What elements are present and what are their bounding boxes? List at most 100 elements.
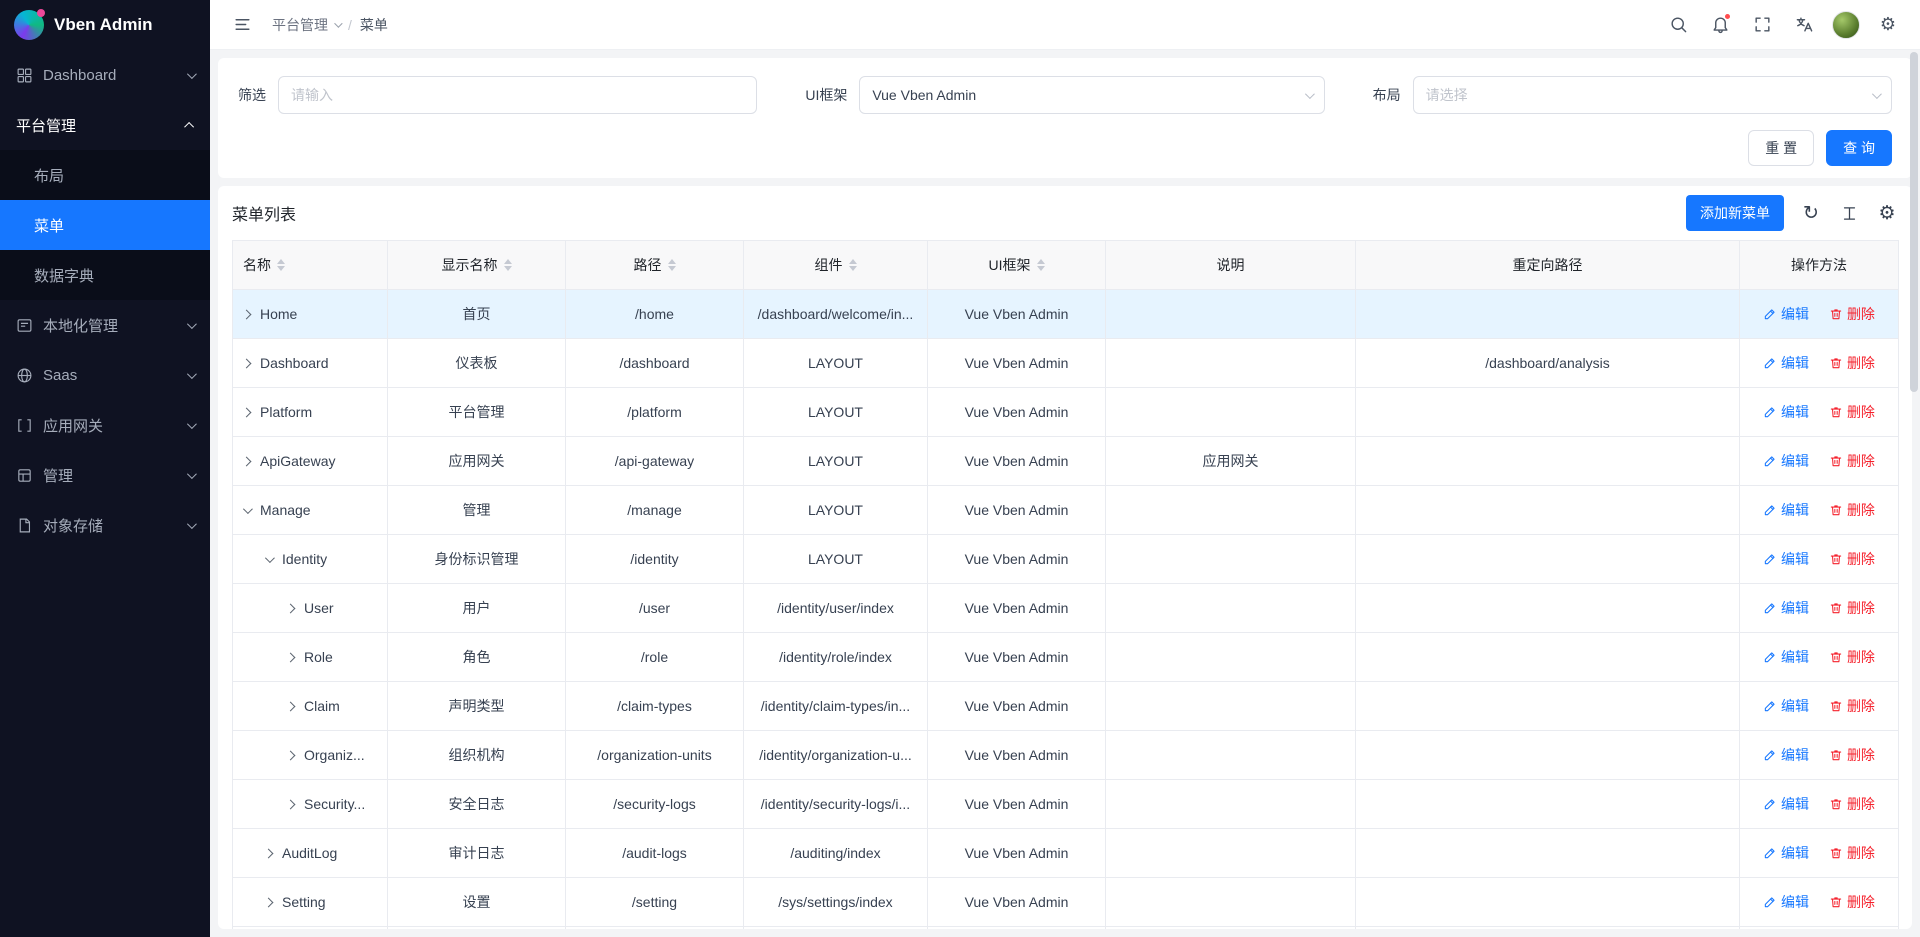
edit-button[interactable]: 编辑	[1763, 500, 1809, 520]
search-button[interactable]: 查 询	[1826, 130, 1892, 166]
sidebar-item-dashboard[interactable]: Dashboard	[0, 50, 210, 100]
table-settings-gear-icon[interactable]: ⚙	[1876, 202, 1898, 224]
delete-button[interactable]: 删除	[1829, 696, 1875, 716]
sidebar-item-saas[interactable]: Saas	[0, 350, 210, 400]
edit-button[interactable]: 编辑	[1763, 745, 1809, 765]
expand-chevron-icon[interactable]	[242, 358, 252, 368]
delete-button[interactable]: 删除	[1829, 843, 1875, 863]
table-row[interactable]: Identity 身份标识管理 /identity LAYOUT Vue Vbe…	[233, 535, 1899, 584]
description-cell	[1106, 339, 1356, 388]
table-row[interactable]: Manage 管理 /manage LAYOUT Vue Vben Admin …	[233, 486, 1899, 535]
breadcrumb-parent[interactable]: 平台管理	[272, 15, 340, 35]
expand-chevron-icon[interactable]	[286, 799, 296, 809]
delete-button[interactable]: 删除	[1829, 598, 1875, 618]
expand-chevron-icon[interactable]	[286, 652, 296, 662]
sidebar-item-data-dictionary[interactable]: 数据字典	[0, 250, 210, 300]
sort-icon[interactable]	[504, 259, 512, 271]
display-name-cell: 应用网关	[388, 437, 566, 486]
delete-button[interactable]: 删除	[1829, 500, 1875, 520]
description-cell	[1106, 731, 1356, 780]
column-header-framework[interactable]: UI框架	[928, 241, 1106, 290]
sort-icon[interactable]	[1037, 259, 1045, 271]
filter-input[interactable]	[278, 76, 757, 114]
notification-bell-icon[interactable]	[1706, 11, 1734, 39]
sidebar-item-platform[interactable]: 平台管理	[0, 100, 210, 150]
sidebar-item-menu[interactable]: 菜单	[0, 200, 210, 250]
scrollbar-thumb[interactable]	[1910, 52, 1918, 392]
expand-chevron-icon[interactable]	[286, 701, 296, 711]
table-row[interactable]: Platform 平台管理 /platform LAYOUT Vue Vben …	[233, 388, 1899, 437]
table-row[interactable]	[233, 927, 1899, 930]
delete-button[interactable]: 删除	[1829, 647, 1875, 667]
sidebar-item-localization[interactable]: 本地化管理	[0, 300, 210, 350]
row-height-icon[interactable]	[1838, 202, 1860, 224]
edit-button[interactable]: 编辑	[1763, 451, 1809, 471]
app-title: Vben Admin	[54, 15, 153, 35]
edit-button[interactable]: 编辑	[1763, 353, 1809, 373]
column-header-display-name[interactable]: 显示名称	[388, 241, 566, 290]
menu-name: Claim	[304, 698, 340, 714]
expand-chevron-icon[interactable]	[286, 603, 296, 613]
table-row[interactable]: Role 角色 /role /identity/role/index Vue V…	[233, 633, 1899, 682]
layout-select[interactable]: 请选择	[1413, 76, 1892, 114]
edit-button[interactable]: 编辑	[1763, 549, 1809, 569]
edit-button[interactable]: 编辑	[1763, 402, 1809, 422]
edit-button[interactable]: 编辑	[1763, 794, 1809, 814]
column-header-path[interactable]: 路径	[566, 241, 744, 290]
edit-button[interactable]: 编辑	[1763, 647, 1809, 667]
table-row[interactable]: AuditLog 审计日志 /audit-logs /auditing/inde…	[233, 829, 1899, 878]
delete-button[interactable]: 删除	[1829, 353, 1875, 373]
sidebar-toggle-icon[interactable]	[228, 11, 256, 39]
delete-button[interactable]: 删除	[1829, 549, 1875, 569]
delete-button[interactable]: 删除	[1829, 402, 1875, 422]
table-row[interactable]: User 用户 /user /identity/user/index Vue V…	[233, 584, 1899, 633]
settings-gear-icon[interactable]: ⚙	[1874, 11, 1902, 39]
sidebar-item-app-gateway[interactable]: 应用网关	[0, 400, 210, 450]
framework-select[interactable]: Vue Vben Admin	[859, 76, 1324, 114]
column-header-name[interactable]: 名称	[233, 241, 388, 290]
delete-button[interactable]: 删除	[1829, 892, 1875, 912]
refresh-icon[interactable]: ↻	[1800, 202, 1822, 224]
sort-icon[interactable]	[849, 259, 857, 271]
sidebar-item-layout[interactable]: 布局	[0, 150, 210, 200]
delete-button[interactable]: 删除	[1829, 304, 1875, 324]
app-logo[interactable]: Vben Admin	[0, 0, 210, 50]
table-row[interactable]: Setting 设置 /setting /sys/settings/index …	[233, 878, 1899, 927]
add-menu-button[interactable]: 添加新菜单	[1686, 195, 1784, 231]
expand-chevron-icon[interactable]	[265, 553, 275, 563]
expand-chevron-icon[interactable]	[264, 897, 274, 907]
expand-chevron-icon[interactable]	[242, 407, 252, 417]
page-scrollbar[interactable]	[1910, 52, 1918, 932]
expand-chevron-icon[interactable]	[242, 456, 252, 466]
table-row[interactable]: Home 首页 /home /dashboard/welcome/in... V…	[233, 290, 1899, 339]
delete-button[interactable]: 删除	[1829, 451, 1875, 471]
framework-cell: Vue Vben Admin	[928, 878, 1106, 927]
table-row[interactable]: Dashboard 仪表板 /dashboard LAYOUT Vue Vben…	[233, 339, 1899, 388]
delete-button[interactable]: 删除	[1829, 794, 1875, 814]
table-row[interactable]: Claim 声明类型 /claim-types /identity/claim-…	[233, 682, 1899, 731]
column-header-component[interactable]: 组件	[744, 241, 928, 290]
sidebar-item-manage[interactable]: 管理	[0, 450, 210, 500]
filter-field-name: 筛选	[238, 76, 757, 114]
edit-button[interactable]: 编辑	[1763, 304, 1809, 324]
table-row[interactable]: Security... 安全日志 /security-logs /identit…	[233, 780, 1899, 829]
delete-button[interactable]: 删除	[1829, 745, 1875, 765]
edit-button[interactable]: 编辑	[1763, 843, 1809, 863]
sort-icon[interactable]	[668, 259, 676, 271]
fullscreen-icon[interactable]	[1748, 11, 1776, 39]
sidebar-item-object-storage[interactable]: 对象存储	[0, 500, 210, 550]
table-row[interactable]: Organiz... 组织机构 /organization-units /ide…	[233, 731, 1899, 780]
translate-icon[interactable]	[1790, 11, 1818, 39]
user-avatar[interactable]	[1832, 11, 1860, 39]
edit-button[interactable]: 编辑	[1763, 892, 1809, 912]
reset-button[interactable]: 重 置	[1748, 130, 1814, 166]
expand-chevron-icon[interactable]	[264, 848, 274, 858]
edit-button[interactable]: 编辑	[1763, 598, 1809, 618]
expand-chevron-icon[interactable]	[242, 309, 252, 319]
search-icon[interactable]	[1664, 11, 1692, 39]
edit-button[interactable]: 编辑	[1763, 696, 1809, 716]
table-row[interactable]: ApiGateway 应用网关 /api-gateway LAYOUT Vue …	[233, 437, 1899, 486]
expand-chevron-icon[interactable]	[243, 504, 253, 514]
sort-icon[interactable]	[277, 259, 285, 271]
expand-chevron-icon[interactable]	[286, 750, 296, 760]
